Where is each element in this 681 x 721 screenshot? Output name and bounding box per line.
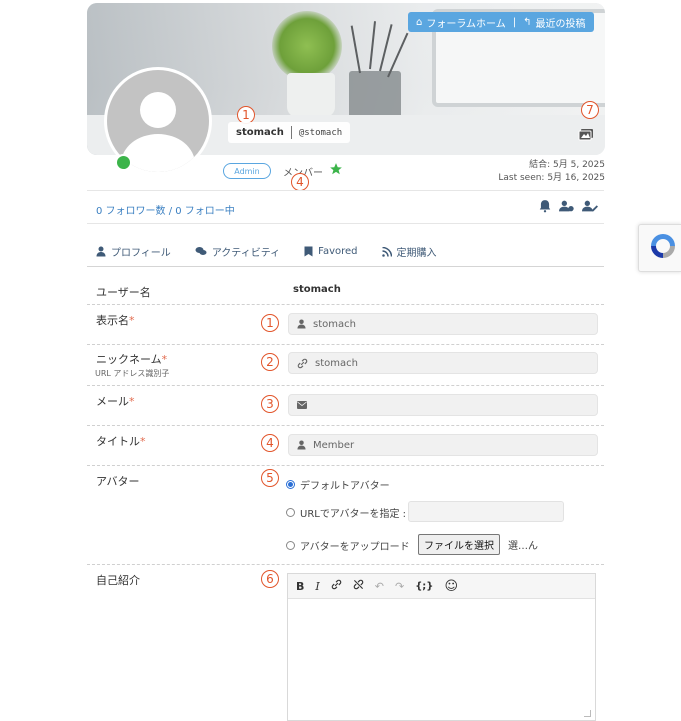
email-field[interactable] xyxy=(288,394,598,416)
admin-badge: Admin xyxy=(223,163,271,179)
bio-label: 自己紹介 xyxy=(96,574,140,587)
user-icon xyxy=(297,319,306,329)
undo-icon[interactable]: ↶ xyxy=(375,580,384,593)
avatar-url-radio[interactable] xyxy=(286,508,295,517)
recent-posts-link[interactable]: 最近の投稿 xyxy=(536,15,586,30)
bell-icon[interactable] xyxy=(538,199,552,216)
recaptcha-icon xyxy=(651,234,675,258)
forum-home-link[interactable]: フォーラムホーム xyxy=(426,15,505,30)
resize-handle[interactable] xyxy=(584,710,591,717)
title-field[interactable]: Member xyxy=(288,434,598,456)
bold-icon[interactable]: B xyxy=(296,580,304,593)
avatar-upload-option[interactable]: アバターをアップロード xyxy=(286,538,410,553)
rss-icon xyxy=(381,246,392,257)
annotation-6: 6 xyxy=(261,570,279,588)
tab-favored[interactable]: Favored xyxy=(304,244,358,259)
profile-tabs: プロフィール アクティビティ Favored 定期購入 xyxy=(96,244,461,259)
nickname-label: ニックネーム* xyxy=(96,353,168,366)
bookmark-icon xyxy=(304,246,313,257)
username-label: ユーザー名 xyxy=(96,286,151,299)
annotation-5: 5 xyxy=(261,469,279,487)
bio-editor[interactable]: B I ↶ ↷ {;} ☺ xyxy=(287,573,596,721)
avatar-upload-radio[interactable] xyxy=(286,541,295,550)
annotation-3: 3 xyxy=(261,395,279,413)
username-value: stomach xyxy=(293,284,341,295)
tab-subscriptions[interactable]: 定期購入 xyxy=(381,244,437,259)
profile-display-name: stomach xyxy=(236,127,284,138)
avatar-label: アバター xyxy=(96,475,140,488)
followers-icon[interactable] xyxy=(559,199,575,216)
choose-file-button[interactable]: ファイルを選択 xyxy=(418,534,500,555)
avatar-default-radio[interactable] xyxy=(286,480,295,489)
link-icon[interactable] xyxy=(331,579,342,593)
envelope-icon xyxy=(297,401,307,409)
cover-photo-icon[interactable] xyxy=(578,128,594,145)
display-name-label: 表示名* xyxy=(96,314,135,327)
last-seen-date: Last seen: 5月 16, 2025 xyxy=(498,173,605,183)
unlink-icon[interactable] xyxy=(353,579,364,593)
title-label: タイトル* xyxy=(96,435,146,448)
code-icon[interactable]: {;} xyxy=(415,581,433,592)
avatar-url-option[interactable]: URLでアバターを指定 : xyxy=(286,505,406,520)
edit-user-icon[interactable] xyxy=(582,199,598,216)
nickname-field[interactable]: stomach xyxy=(288,352,598,374)
editor-toolbar: B I ↶ ↷ {;} ☺ xyxy=(288,574,595,599)
cover-nav: ⌂ フォーラムホーム | ↰ 最近の投稿 xyxy=(408,12,594,32)
tab-activity[interactable]: アクティビティ xyxy=(195,244,280,259)
annotation-1-field: 1 xyxy=(261,314,279,332)
user-icon xyxy=(96,246,106,257)
file-status: 選…ん xyxy=(508,541,538,552)
email-label: メール* xyxy=(96,395,135,408)
link-icon xyxy=(297,358,308,368)
nickname-sublabel: URL アドレス識別子 xyxy=(95,369,170,378)
avatar-url-input[interactable] xyxy=(408,501,564,522)
home-icon: ⌂ xyxy=(416,16,423,28)
emoji-icon[interactable]: ☺ xyxy=(444,579,458,594)
comments-icon xyxy=(195,247,207,255)
user-icon xyxy=(297,440,306,450)
tab-profile[interactable]: プロフィール xyxy=(96,244,171,259)
annotation-4: 4 xyxy=(261,434,279,452)
online-status-dot xyxy=(115,154,132,171)
redo-icon[interactable]: ↷ xyxy=(395,580,404,593)
italic-icon[interactable]: I xyxy=(315,580,319,593)
star-icon xyxy=(329,162,343,179)
annotation-4-role: 4 xyxy=(291,173,309,191)
joined-date: 結合: 5月 5, 2025 xyxy=(529,160,605,170)
display-name-field[interactable]: stomach xyxy=(288,313,598,335)
profile-handle: @stomach xyxy=(298,127,343,138)
avatar-default-option[interactable]: デフォルトアバター xyxy=(286,477,390,492)
annotation-7: 7 xyxy=(581,101,599,119)
annotation-2: 2 xyxy=(261,353,279,371)
profile-name-pill: stomach @stomach xyxy=(228,122,351,143)
follow-counts[interactable]: 0 フォロワー数 / 0 フォロー中 xyxy=(96,202,235,217)
member-dates: 結合: 5月 5, 2025 Last seen: 5月 16, 2025 xyxy=(498,159,605,185)
recaptcha-badge[interactable] xyxy=(638,224,681,272)
profile-actions xyxy=(538,199,598,216)
reply-icon: ↰ xyxy=(523,16,532,28)
